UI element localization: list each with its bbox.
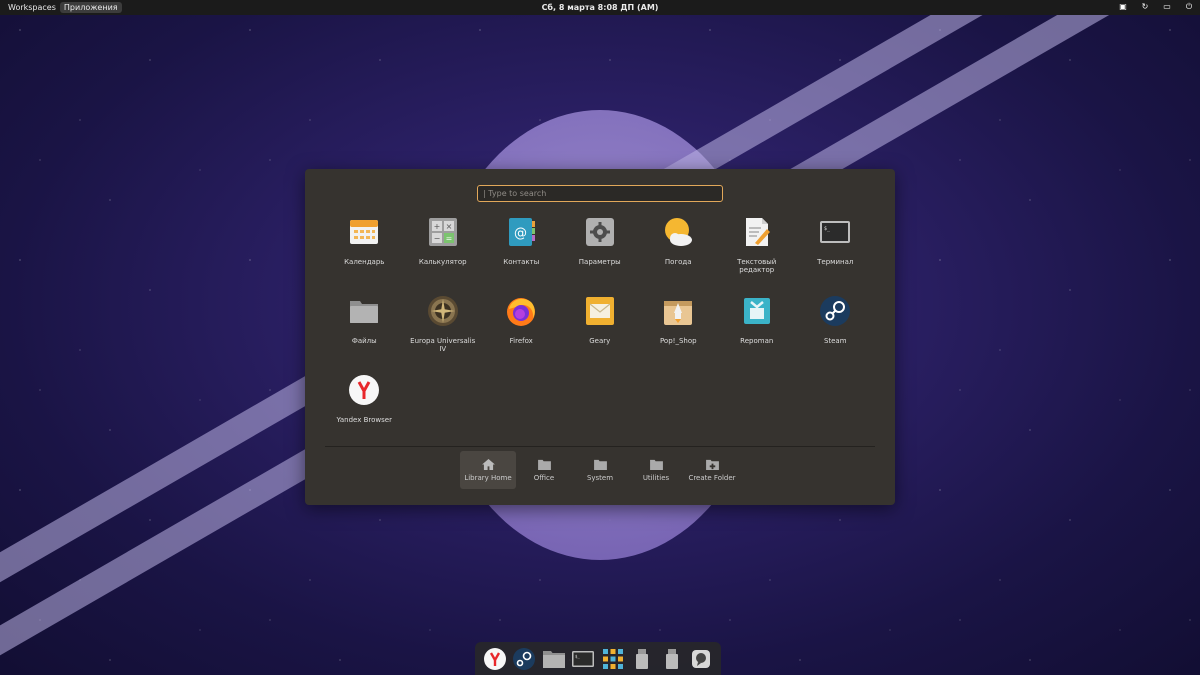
contacts-icon: @ [509,218,536,246]
europa-universalis-icon [427,296,458,326]
applications-button[interactable]: Приложения [59,2,122,13]
svg-text:+: + [433,222,440,231]
terminal-icon: $_ [820,221,851,243]
tab-utilities[interactable]: Utilities [628,451,684,489]
workspaces-button[interactable]: Workspaces [4,2,60,13]
geary-icon [585,297,614,325]
files-icon [350,301,379,323]
repoman-icon [743,298,770,324]
app-label: Steam [823,337,847,345]
app-weather[interactable]: Погода [639,214,718,281]
tab-system[interactable]: System [572,451,628,489]
settings-icon [585,218,614,246]
clock[interactable]: Сб, 8 марта 8:08 ДП (AM) [542,3,659,12]
app-text-editor[interactable]: Текстовый редактор [718,214,797,281]
firefox-icon [507,298,536,326]
svg-text:×: × [445,222,452,231]
tab-label: Utilities [642,473,670,482]
app-label: Yandex Browser [336,416,392,424]
app-label: Параметры [578,258,621,266]
power-icon[interactable]: ⏻ [1184,2,1194,12]
app-label: Файлы [351,337,377,345]
app-calendar[interactable]: Календарь [325,214,404,281]
folder-icon [593,459,607,470]
folder-add-icon [705,459,719,470]
update-icon[interactable]: ↻ [1140,2,1150,12]
svg-text:$_: $_ [824,226,831,232]
app-yandex-browser[interactable]: Yandex Browser [325,372,404,439]
app-label: Pop!_Shop [659,337,697,345]
svg-text:−: − [433,234,440,243]
app-label: Текстовый редактор [737,258,777,274]
text-editor-icon [745,218,770,246]
svg-text:=: = [445,234,452,243]
app-grid-icon[interactable] [601,647,625,671]
tab-label: Library Home [464,473,512,482]
app-label: Календарь [344,258,385,266]
app-repoman[interactable]: Repoman [718,293,797,360]
app-label: Контакты [503,258,540,266]
terminal-icon[interactable]: $_ [571,647,595,671]
system-tray: ▣ ↻ ▭ ⏻ [1118,2,1194,12]
folder-icon [537,459,551,470]
app-grid: Календарь + × − = Калькулятор @ Контакты [325,214,875,439]
app-files[interactable]: Файлы [325,293,404,360]
steam-icon[interactable] [512,647,536,671]
top-bar: Workspaces Приложения Сб, 8 марта 8:08 Д… [0,0,1200,15]
pop-shop-icon [664,301,693,325]
calendar-icon [350,220,379,244]
home-icon [481,458,495,470]
svg-text:$_: $_ [575,654,580,659]
tab-label: System [586,473,614,482]
app-label: Geary [589,337,611,345]
app-label: Терминал [817,258,854,266]
app-label: Europa Universalis IV [410,337,476,353]
app-label: Погода [664,258,692,266]
chat-icon[interactable] [689,647,713,671]
steam-icon [820,296,851,326]
calculator-icon: + × − = [428,218,457,246]
app-label: Firefox [509,337,533,345]
app-firefox[interactable]: Firefox [482,293,561,360]
search-input[interactable] [477,185,723,202]
yandex-browser-icon[interactable] [483,647,507,671]
app-europa-universalis[interactable]: Europa Universalis IV [404,293,483,360]
tab-library-home[interactable]: Library Home [460,451,516,489]
network-icon[interactable]: ▭ [1162,2,1172,12]
notification-icon[interactable]: ▣ [1118,2,1128,12]
app-label: Repoman [740,337,774,345]
app-settings[interactable]: Параметры [561,214,640,281]
tab-label: Create Folder [688,473,736,482]
files-icon[interactable] [542,647,566,671]
app-launcher: Календарь + × − = Калькулятор @ Контакты [305,169,895,505]
usb-drive-icon[interactable] [660,647,684,671]
app-calculator[interactable]: + × − = Калькулятор [404,214,483,281]
create-folder-button[interactable]: Create Folder [684,451,740,489]
app-steam[interactable]: Steam [796,293,875,360]
app-contacts[interactable]: @ Контакты [482,214,561,281]
section-divider [325,446,875,447]
app-label: Калькулятор [418,258,467,266]
usb-drive-icon[interactable] [630,647,654,671]
tab-label: Office [533,473,555,482]
app-pop-shop[interactable]: Pop!_Shop [639,293,718,360]
yandex-browser-icon [349,375,380,405]
dock: $_ [475,642,721,675]
tab-office[interactable]: Office [516,451,572,489]
weather-icon [665,218,693,246]
svg-text:@: @ [514,226,527,241]
library-folder-tabs: Library Home Office System Utilities Cre… [460,451,740,489]
folder-icon [649,459,663,470]
app-geary[interactable]: Geary [561,293,640,360]
app-terminal[interactable]: $_ Терминал [796,214,875,281]
